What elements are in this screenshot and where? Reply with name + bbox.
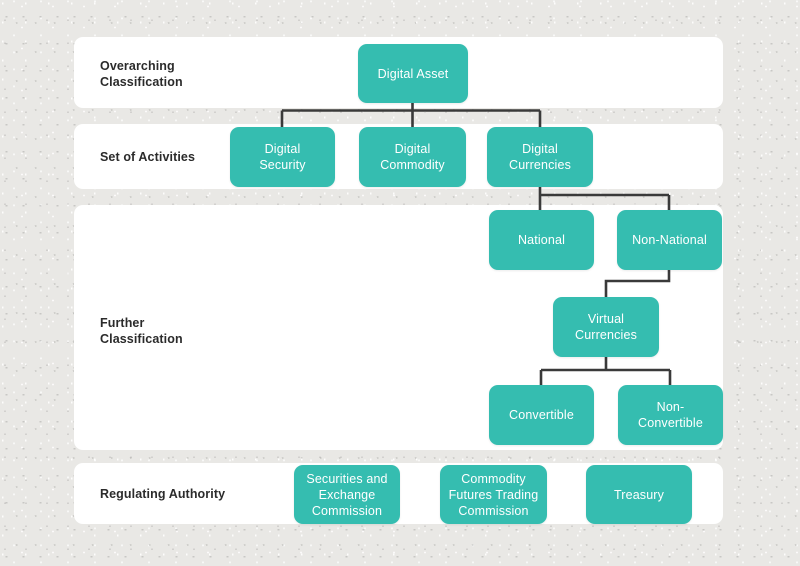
node-digital-currencies[interactable]: Digital Currencies (487, 127, 593, 187)
node-virtual-currencies[interactable]: Virtual Currencies (553, 297, 659, 357)
row-label-set-of-activities: Set of Activities (100, 150, 196, 164)
row-label-regulating-authority: Regulating Authority (100, 487, 226, 501)
node-commodity-futures-trading-commission[interactable]: Commodity Futures Trading Commission (440, 465, 547, 524)
node-treasury[interactable]: Treasury (586, 465, 692, 524)
node-non-national[interactable]: Non-National (617, 210, 722, 270)
node-securities-and-exchange-commission[interactable]: Securities and Exchange Commission (294, 465, 400, 524)
node-convertible[interactable]: Convertible (489, 385, 594, 445)
node-non-convertible[interactable]: Non- Convertible (618, 385, 723, 445)
node-digital-asset[interactable]: Digital Asset (358, 44, 468, 103)
node-digital-security[interactable]: Digital Security (230, 127, 335, 187)
diagram-canvas: Overarching Classification Set of Activi… (0, 0, 800, 566)
row-label-overarching-classification: Overarching Classification (100, 59, 183, 89)
row-label-further-classification: Further Classification (100, 316, 183, 346)
node-national[interactable]: National (489, 210, 594, 270)
node-digital-commodity[interactable]: Digital Commodity (359, 127, 466, 187)
